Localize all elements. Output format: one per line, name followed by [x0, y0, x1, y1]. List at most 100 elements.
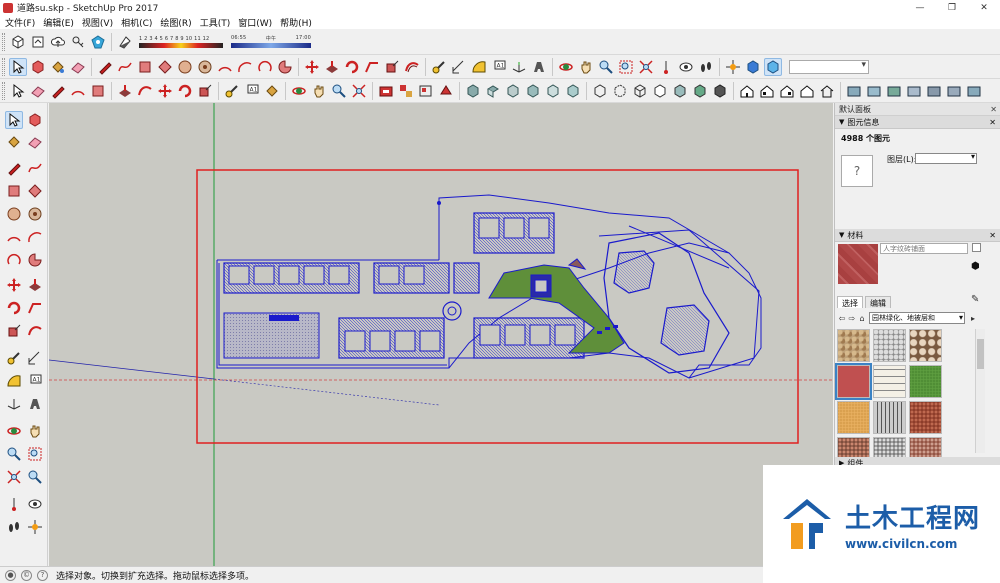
view-front-icon[interactable]: [504, 82, 522, 100]
rotate-icon[interactable]: [176, 82, 194, 100]
3d-text-icon[interactable]: [530, 58, 548, 76]
details-arrow-icon[interactable]: ▸: [968, 314, 978, 323]
sandbox-flip-edge-icon[interactable]: [965, 82, 983, 100]
orbit-icon[interactable]: [557, 58, 575, 76]
shadow-time-widget[interactable]: 06:55 中午 17:00: [231, 35, 311, 48]
styles-icon[interactable]: [437, 82, 455, 100]
material-swatch-selected[interactable]: [835, 363, 872, 400]
dimension-icon[interactable]: [26, 349, 44, 367]
pencil-line-icon[interactable]: [5, 159, 23, 177]
maximize-button[interactable]: ❐: [936, 0, 968, 15]
shadow-settings-widget[interactable]: 1 2 3 4 5 6 7 8 9 10 11 12: [139, 36, 223, 48]
collapse-triangle-icon[interactable]: ▼: [839, 231, 844, 239]
rectangle-icon[interactable]: [136, 58, 154, 76]
extension-manager-icon[interactable]: [89, 33, 107, 51]
axes-icon[interactable]: [510, 58, 528, 76]
previous-view-icon[interactable]: [26, 468, 44, 486]
sandbox-smoove-icon[interactable]: [885, 82, 903, 100]
paint-bucket-icon[interactable]: [5, 133, 23, 151]
display-section-icon[interactable]: [744, 58, 762, 76]
extension-warehouse-icon[interactable]: [69, 33, 87, 51]
home-icon[interactable]: ⌂: [857, 314, 867, 323]
toolbar-grip[interactable]: [2, 57, 5, 76]
zoom-window-icon[interactable]: [617, 58, 635, 76]
menu-camera[interactable]: 相机(C): [118, 16, 155, 29]
view-top-icon[interactable]: [484, 82, 502, 100]
text-tool-icon[interactable]: A1: [243, 82, 261, 100]
follow-me-icon[interactable]: [26, 299, 44, 317]
text-tool-icon[interactable]: A1: [26, 372, 44, 390]
pan-hand-icon[interactable]: [26, 422, 44, 440]
move-icon[interactable]: [303, 58, 321, 76]
model-viewport[interactable]: [49, 103, 833, 566]
house-right-icon[interactable]: [798, 82, 816, 100]
monochrome-style-icon[interactable]: [711, 82, 729, 100]
view-back-icon[interactable]: [544, 82, 562, 100]
protractor-icon[interactable]: [470, 58, 488, 76]
pencil-line-icon[interactable]: [96, 58, 114, 76]
polygon-icon[interactable]: [26, 205, 44, 223]
paint-bucket-icon[interactable]: [49, 58, 67, 76]
select-arrow-icon[interactable]: [9, 82, 27, 100]
material-swatch[interactable]: [873, 329, 906, 362]
zoom-window-icon[interactable]: [26, 445, 44, 463]
pie-icon[interactable]: [276, 58, 294, 76]
offset-icon[interactable]: [136, 82, 154, 100]
zoom-icon[interactable]: [597, 58, 615, 76]
menu-view[interactable]: 视图(V): [79, 16, 116, 29]
sandbox-add-detail-icon[interactable]: [945, 82, 963, 100]
zoom-extents-icon[interactable]: [637, 58, 655, 76]
pan-hand-icon[interactable]: [577, 58, 595, 76]
zoom-extents-icon[interactable]: [5, 468, 23, 486]
axes-icon[interactable]: [5, 395, 23, 413]
look-around-icon[interactable]: [26, 495, 44, 513]
scale-icon[interactable]: [383, 58, 401, 76]
sample-paint-icon[interactable]: ⬢: [971, 261, 980, 272]
sandbox-drape-icon[interactable]: [925, 82, 943, 100]
xray-style-icon[interactable]: [591, 82, 609, 100]
dimension-icon[interactable]: [450, 58, 468, 76]
push-pull-icon[interactable]: [116, 82, 134, 100]
scale-icon[interactable]: [196, 82, 214, 100]
close-button[interactable]: ✕: [968, 0, 1000, 15]
display-section-cuts-icon[interactable]: [764, 57, 782, 76]
walk-icon[interactable]: [697, 58, 715, 76]
toolbar-grip[interactable]: [2, 81, 5, 100]
make-component-icon[interactable]: [29, 58, 47, 76]
shadow-date-slider[interactable]: [139, 42, 223, 48]
walk-icon[interactable]: [5, 518, 23, 536]
panel-close-icon[interactable]: ✕: [989, 231, 996, 240]
position-camera-icon[interactable]: [657, 58, 675, 76]
credits-icon[interactable]: ©: [21, 569, 32, 581]
menu-edit[interactable]: 编辑(E): [40, 16, 77, 29]
zoom-icon[interactable]: [330, 82, 348, 100]
panel-close-icon[interactable]: ✕: [989, 118, 996, 127]
section-plane-icon[interactable]: [724, 58, 742, 76]
material-swatch[interactable]: [909, 401, 942, 434]
follow-me-icon[interactable]: [363, 58, 381, 76]
materials-icon[interactable]: [417, 82, 435, 100]
shaded-textures-style-icon[interactable]: [691, 82, 709, 100]
section-plane-icon[interactable]: [26, 518, 44, 536]
tape-measure-icon[interactable]: [5, 349, 23, 367]
help-icon[interactable]: ?: [37, 569, 48, 581]
material-library-select[interactable]: 园林绿化、地被层和: [869, 312, 965, 324]
tape-measure-icon[interactable]: [430, 58, 448, 76]
shaded-style-icon[interactable]: [671, 82, 689, 100]
look-around-icon[interactable]: [677, 58, 695, 76]
house-back-icon[interactable]: [758, 82, 776, 100]
hidden-line-style-icon[interactable]: [651, 82, 669, 100]
toolbar-grip[interactable]: [2, 32, 5, 51]
select-arrow-icon[interactable]: [5, 111, 23, 129]
rotate-icon[interactable]: [343, 58, 361, 76]
paint-bucket-icon[interactable]: [263, 82, 281, 100]
position-camera-icon[interactable]: [5, 495, 23, 513]
material-swatch[interactable]: [837, 329, 870, 362]
back-arrow-icon[interactable]: ⇦: [837, 314, 847, 323]
swatch-scrollbar-thumb[interactable]: [977, 339, 984, 369]
two-point-arc-icon[interactable]: [236, 58, 254, 76]
view-iso-icon[interactable]: [464, 82, 482, 100]
material-swatch[interactable]: [909, 365, 942, 398]
material-swatch[interactable]: [873, 365, 906, 398]
get-models-icon[interactable]: [9, 33, 27, 51]
